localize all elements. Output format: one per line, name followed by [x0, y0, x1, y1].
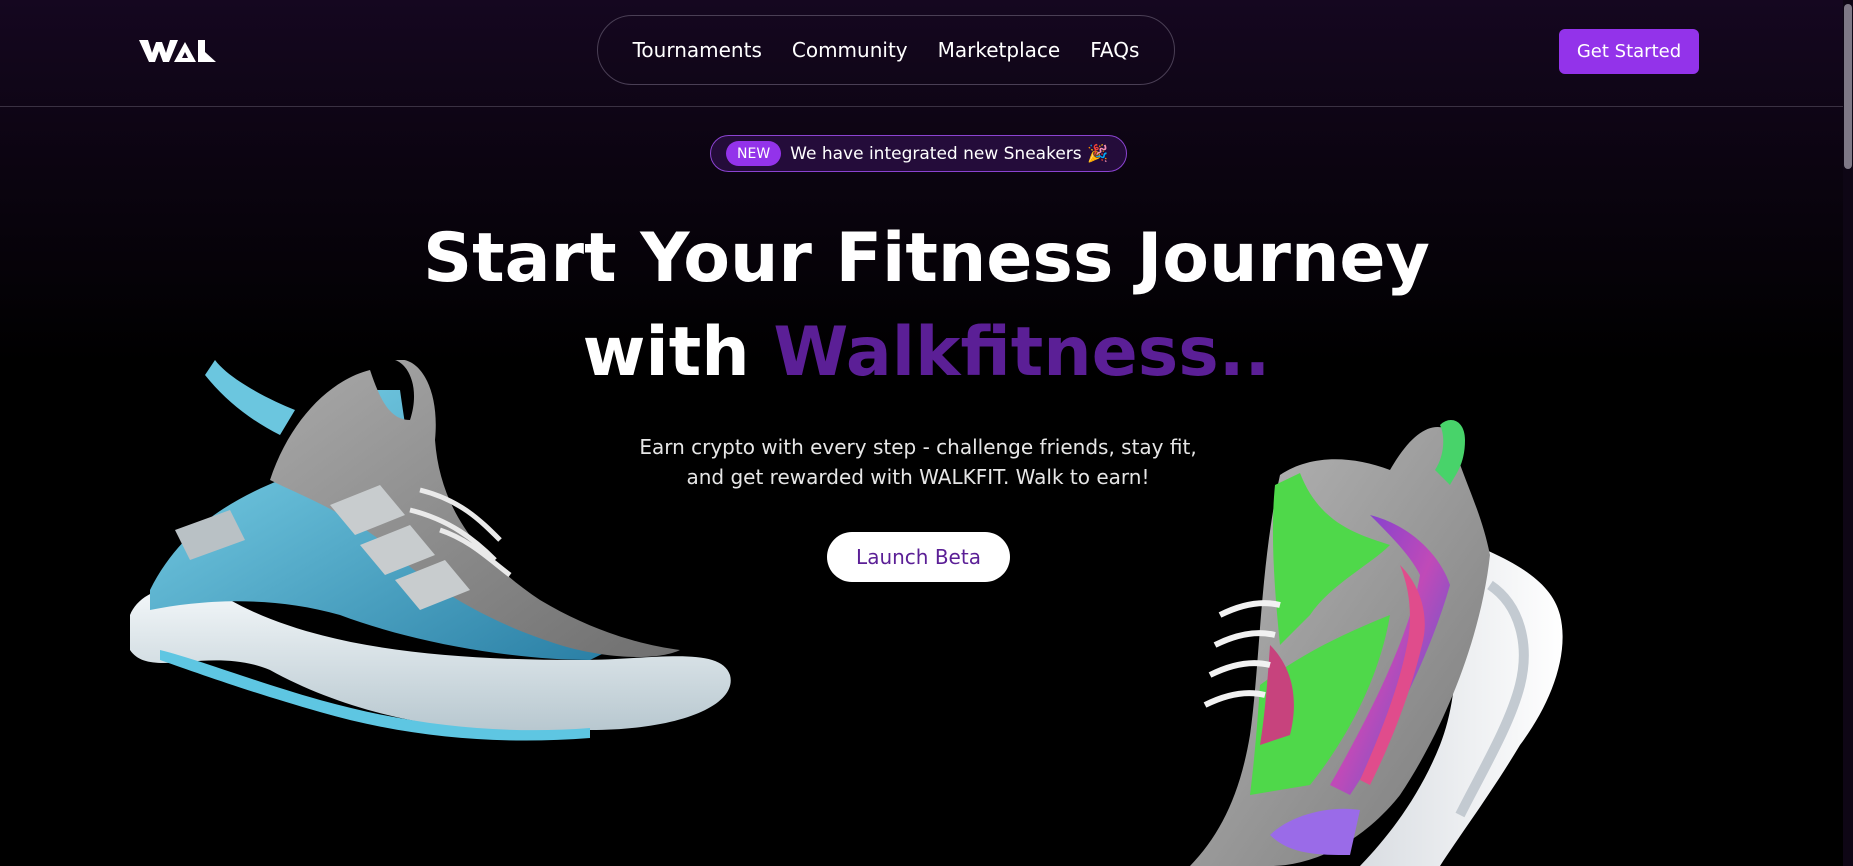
landing-page: Tournaments Community Marketplace FAQs G… — [0, 0, 1853, 866]
site-header: Tournaments Community Marketplace FAQs G… — [0, 0, 1853, 107]
announcement-text: We have integrated new Sneakers 🎉 — [790, 143, 1109, 164]
blue-sneaker-image — [130, 360, 731, 741]
get-started-button[interactable]: Get Started — [1559, 29, 1699, 74]
nav-community[interactable]: Community — [792, 38, 908, 62]
walkfit-logo[interactable] — [138, 37, 216, 65]
hero-title-line1: Start Your Fitness Journey — [423, 219, 1430, 298]
main-nav: Tournaments Community Marketplace FAQs — [597, 15, 1175, 85]
nav-marketplace[interactable]: Marketplace — [938, 38, 1061, 62]
launch-beta-button[interactable]: Launch Beta — [827, 532, 1010, 582]
hero-title-accent: Walkfitness.. — [773, 313, 1271, 392]
new-tag: NEW — [726, 141, 782, 166]
page-scrollbar[interactable] — [1843, 0, 1853, 866]
hero-subtitle: Earn crypto with every step - challenge … — [576, 432, 1260, 492]
hero-title: Start Your Fitness Journey with Walkfitn… — [0, 212, 1853, 400]
announcement-badge[interactable]: NEW We have integrated new Sneakers 🎉 — [710, 135, 1127, 172]
nav-faqs[interactable]: FAQs — [1090, 38, 1139, 62]
scrollbar-thumb[interactable] — [1844, 4, 1852, 169]
nav-tournaments[interactable]: Tournaments — [633, 38, 762, 62]
hero-subtitle-line2: and get rewarded with WALKFIT. Walk to e… — [686, 465, 1150, 489]
hero-subtitle-line1: Earn crypto with every step - challenge … — [639, 435, 1197, 459]
hero-title-prefix: with — [582, 313, 774, 392]
